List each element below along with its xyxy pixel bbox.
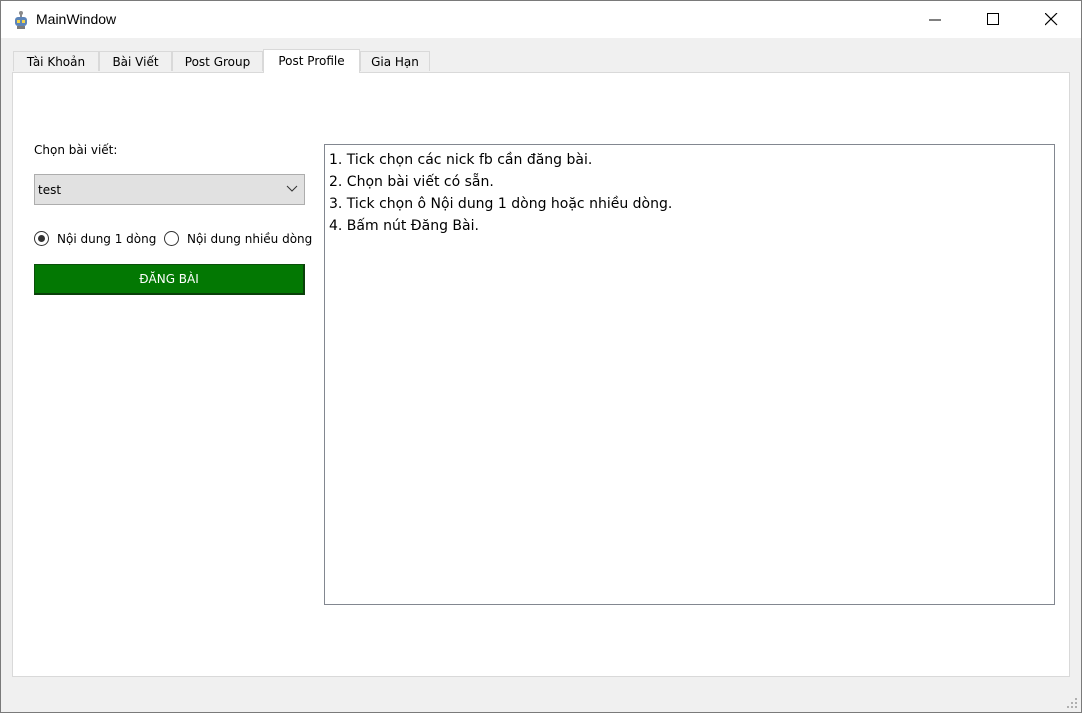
tab-post-profile[interactable]: Post Profile xyxy=(263,49,360,73)
chevron-down-icon xyxy=(286,185,298,192)
tab-gia-han[interactable]: Gia Hạn xyxy=(360,51,430,71)
close-icon xyxy=(1045,13,1058,26)
title-bar[interactable]: MainWindow xyxy=(1,1,1081,38)
window-title: MainWindow xyxy=(36,11,117,27)
tab-bai-viet[interactable]: Bài Viết xyxy=(99,51,172,71)
instructions-textarea[interactable]: 1. Tick chọn các nick fb cần đăng bài. 2… xyxy=(324,144,1055,605)
main-window: MainWindow Tài Khoản Bài Viết Post Group… xyxy=(0,0,1082,713)
instruction-line: 3. Tick chọn ô Nội dung 1 dòng hoặc nhiề… xyxy=(329,196,673,212)
radio-single-line-label[interactable]: Nội dung 1 dòng xyxy=(57,232,156,246)
maximize-button[interactable] xyxy=(965,1,1023,38)
instruction-line: 1. Tick chọn các nick fb cần đăng bài. xyxy=(329,152,593,168)
radio-multi-line-circle[interactable] xyxy=(164,231,179,246)
choose-post-label: Chọn bài viết: xyxy=(34,143,118,157)
close-button[interactable] xyxy=(1023,1,1081,38)
resize-grip-icon[interactable] xyxy=(1067,698,1077,708)
post-select-value: test xyxy=(38,183,62,197)
minimize-icon xyxy=(929,19,941,21)
python-robot-icon xyxy=(15,11,27,29)
tab-post-group[interactable]: Post Group xyxy=(172,51,263,71)
minimize-button[interactable] xyxy=(907,1,965,38)
maximize-icon xyxy=(987,13,999,25)
radio-checked-dot xyxy=(38,235,45,242)
tab-tai-khoan[interactable]: Tài Khoản xyxy=(13,51,99,71)
post-select[interactable]: test xyxy=(34,174,305,205)
radio-single-line-circle[interactable] xyxy=(34,231,49,246)
post-button[interactable]: ĐĂNG BÀI xyxy=(34,264,305,295)
instruction-line: 4. Bấm nút Đăng Bài. xyxy=(329,218,479,234)
instruction-line: 2. Chọn bài viết có sẵn. xyxy=(329,174,494,190)
radio-multi-line-label[interactable]: Nội dung nhiều dòng xyxy=(187,232,312,246)
